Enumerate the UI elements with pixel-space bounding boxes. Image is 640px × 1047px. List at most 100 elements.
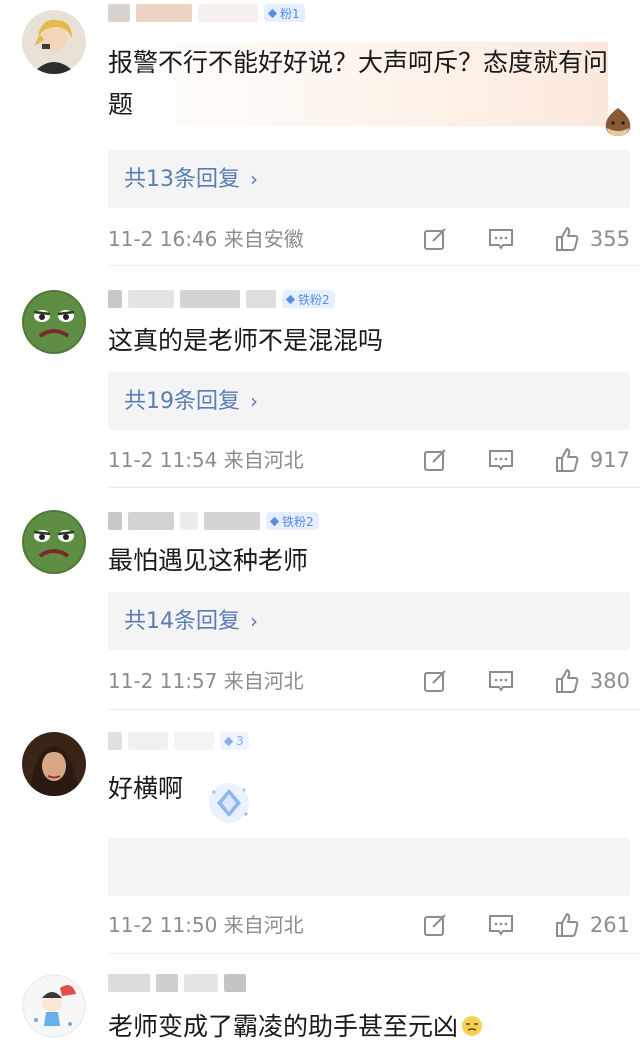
view-replies-label: 共14条回复 [124, 609, 240, 634]
username-redacted[interactable] [128, 290, 174, 308]
avatar[interactable] [22, 510, 86, 574]
diamond-icon [223, 736, 234, 746]
comment-item: 铁粉2 最怕遇见这种老师 共14条回复 › 11-2 11:57 来自河北 380 [0, 490, 640, 710]
avatar[interactable] [22, 10, 86, 74]
comment-location: 来自河北 [223, 448, 304, 472]
like-count: 355 [589, 227, 630, 251]
username-redacted[interactable] [180, 290, 240, 308]
comment-location: 来自河北 [223, 913, 304, 937]
fan-badge-label: 3 [236, 734, 244, 748]
diamond-icon [267, 8, 278, 18]
comment-text: 报警不行不能好好说？大声呵斥？态度就有问题 [108, 42, 608, 126]
divider [108, 265, 640, 266]
fan-badge: 3 [220, 732, 249, 750]
action-bar: 917 [382, 445, 630, 475]
divider [108, 709, 640, 710]
username-redacted[interactable] [156, 974, 178, 992]
username-row: 铁粉2 [108, 288, 335, 310]
fan-badge-label: 粉1 [280, 6, 300, 21]
divider [108, 487, 640, 488]
thumbs-up-icon[interactable] [554, 447, 580, 473]
action-bar: 355 [382, 224, 630, 254]
view-replies-link[interactable]: 共14条回复 › [124, 592, 258, 650]
reply-box[interactable]: 共14条回复 › [108, 592, 630, 650]
reply-box[interactable]: 共13条回复 › [108, 150, 630, 208]
comment-location: 来自河北 [223, 669, 304, 693]
comment-icon[interactable] [488, 668, 514, 694]
action-bar: 261 [382, 910, 630, 940]
like-count: 261 [589, 913, 630, 937]
avatar-sad-frog-icon [22, 510, 86, 574]
reply-box[interactable] [108, 838, 630, 896]
thumbs-up-icon[interactable] [554, 912, 580, 938]
comment-text-body: 老师变成了霸凌的助手甚至元凶 [108, 1012, 459, 1041]
reply-box[interactable]: 共19条回复 › [108, 372, 630, 430]
share-edit-icon[interactable] [422, 226, 448, 252]
comment-meta: 11-2 11:54 来自河北 [108, 445, 304, 475]
username-redacted[interactable] [108, 732, 122, 750]
action-bar: 380 [382, 666, 630, 696]
chevron-right-icon: › [250, 389, 258, 413]
view-replies-link[interactable]: 共19条回复 › [124, 372, 258, 430]
like-count: 380 [589, 669, 630, 693]
diamond-sparkle-icon [209, 783, 249, 823]
view-replies-link[interactable]: 共13条回复 › [124, 150, 258, 208]
comment-item: 粉1 报警不行不能好好说？大声呵斥？态度就有问题 共13条回复 › 11-2 16… [0, 0, 640, 266]
comment-text: 这真的是老师不是混混吗 [108, 326, 384, 355]
diamond-icon [269, 516, 280, 526]
fan-badge: 铁粉2 [282, 290, 335, 308]
username-redacted[interactable] [184, 974, 218, 992]
comment-text: 最怕遇见这种老师 [108, 546, 309, 575]
username-redacted[interactable] [108, 4, 130, 22]
comment-item: 老师变成了霸凌的助手甚至元凶 [0, 956, 640, 1047]
comment-meta: 11-2 16:46 来自安徽 [108, 224, 304, 254]
thumbs-up-icon[interactable] [554, 668, 580, 694]
comment-location: 来自安徽 [223, 227, 304, 251]
avatar[interactable] [22, 290, 86, 354]
fan-badge-label: 铁粉2 [298, 292, 330, 307]
thumbs-up-icon[interactable] [554, 226, 580, 252]
chevron-right-icon: › [250, 609, 258, 633]
comment-feed: 粉1 报警不行不能好好说？大声呵斥？态度就有问题 共13条回复 › 11-2 16… [0, 0, 640, 1047]
avatar-anime-icon [22, 10, 86, 74]
fan-badge: 铁粉2 [266, 512, 319, 530]
username-redacted[interactable] [108, 290, 122, 308]
comment-time: 11-2 16:46 [108, 227, 218, 251]
username-row: 3 [108, 730, 249, 752]
username-redacted[interactable] [246, 290, 276, 308]
username-redacted[interactable] [128, 732, 168, 750]
divider [108, 953, 640, 954]
username-row: 粉1 [108, 2, 305, 24]
avatar-cartoon-icon [22, 974, 86, 1038]
comment-meta: 11-2 11:57 来自河北 [108, 666, 304, 696]
username-row: 铁粉2 [108, 510, 319, 532]
comment-icon[interactable] [488, 912, 514, 938]
username-redacted[interactable] [136, 4, 192, 22]
avatar-portrait-icon [22, 732, 86, 796]
username-redacted[interactable] [180, 512, 198, 530]
comment-meta: 11-2 11:50 来自河北 [108, 910, 304, 940]
comment-text: 老师变成了霸凌的助手甚至元凶 [108, 1006, 608, 1047]
comment-time: 11-2 11:54 [108, 448, 218, 472]
username-redacted[interactable] [198, 4, 258, 22]
facepalm-emoji-icon [462, 1016, 483, 1036]
username-redacted[interactable] [108, 512, 122, 530]
username-redacted[interactable] [204, 512, 260, 530]
username-redacted[interactable] [128, 512, 174, 530]
chestnut-emoji-icon [605, 108, 631, 136]
comment-icon[interactable] [488, 226, 514, 252]
avatar[interactable] [22, 974, 86, 1038]
comment-item: 铁粉2 这真的是老师不是混混吗 共19条回复 › 11-2 11:54 来自河北 … [0, 268, 640, 488]
like-count: 917 [589, 448, 630, 472]
avatar[interactable] [22, 732, 86, 796]
share-edit-icon[interactable] [422, 912, 448, 938]
comment-icon[interactable] [488, 447, 514, 473]
username-row [108, 972, 252, 994]
username-redacted[interactable] [224, 974, 246, 992]
comment-time: 11-2 11:57 [108, 669, 218, 693]
username-redacted[interactable] [174, 732, 214, 750]
comment-text: 好横啊 [108, 774, 184, 803]
share-edit-icon[interactable] [422, 668, 448, 694]
share-edit-icon[interactable] [422, 447, 448, 473]
username-redacted[interactable] [108, 974, 150, 992]
